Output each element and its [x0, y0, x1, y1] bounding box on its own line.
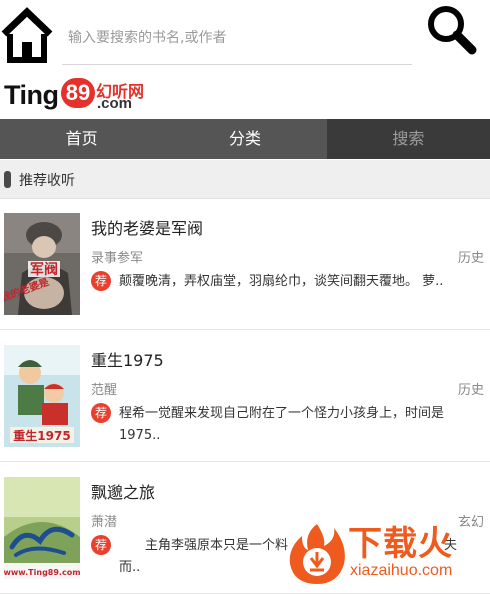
book-title[interactable]: 我的老婆是军阀 — [91, 215, 203, 239]
search-input[interactable] — [62, 14, 414, 62]
search-field[interactable] — [62, 14, 414, 65]
book-title[interactable]: 飘邈之旅 — [91, 479, 155, 503]
tab-home[interactable]: 首页 — [0, 119, 163, 159]
book-author[interactable]: 萧潜 — [91, 511, 117, 530]
book-genre: 历史 — [457, 383, 484, 398]
section-title: 推荐收听 — [19, 173, 75, 189]
cover-title-2: 重生1975 — [13, 428, 70, 443]
logo-text-com: .com — [97, 95, 133, 112]
logo-badge-89: 89 — [61, 78, 95, 108]
flame-icon — [289, 524, 345, 584]
cover-title-1: 军阀 — [30, 261, 58, 278]
book-item[interactable]: 军阀 我的老婆是 我的老婆是军阀 录事参军 历史 荐 颠覆晚清，弄权庙堂，羽扇纶… — [0, 199, 490, 330]
main-nav: 首页 分类 搜索 — [0, 119, 490, 159]
book-title[interactable]: 重生1975 — [91, 347, 164, 371]
watermark-url: xiazaihuo.com — [350, 562, 453, 579]
book-author[interactable]: 录事参军 — [91, 247, 143, 266]
header — [0, 0, 490, 68]
book-item[interactable]: 重生1975 重生1975 范醒 历史 荐 程希一觉醒来发现自己附在了一个怪力小… — [0, 331, 490, 462]
section-header: 推荐收听 — [0, 160, 490, 199]
tab-category[interactable]: 分类 — [163, 119, 326, 159]
recommend-badge: 荐 — [91, 271, 111, 291]
book-genre: 历史 — [457, 251, 484, 266]
book-description: 颠覆晚清，弄权庙堂，羽扇纶巾，谈笑间翻天覆地。 萝.. — [119, 274, 444, 289]
book-cover-image[interactable]: www.Ting89.com — [4, 477, 80, 579]
watermark-logo: 下载火 xiazaihuo.com — [286, 520, 490, 589]
tab-search[interactable]: 搜索 — [326, 119, 490, 159]
home-icon[interactable] — [0, 6, 54, 64]
book-description: 程希一觉醒来发现自己附在了一个怪力小孩身上，时间是1975.. — [119, 406, 445, 443]
recommend-badge: 荐 — [91, 535, 111, 555]
logo-text-ting: Ting — [4, 80, 59, 110]
book-cover-image[interactable]: 重生1975 — [4, 345, 80, 447]
book-cover-image[interactable]: 军阀 我的老婆是 — [4, 213, 80, 315]
section-marker — [4, 171, 11, 188]
search-icon[interactable] — [426, 4, 478, 56]
cover-url: www.Ting89.com — [4, 568, 80, 577]
watermark-text: 下载火 — [348, 524, 453, 564]
book-author[interactable]: 范醒 — [91, 379, 117, 398]
recommend-badge: 荐 — [91, 403, 111, 423]
